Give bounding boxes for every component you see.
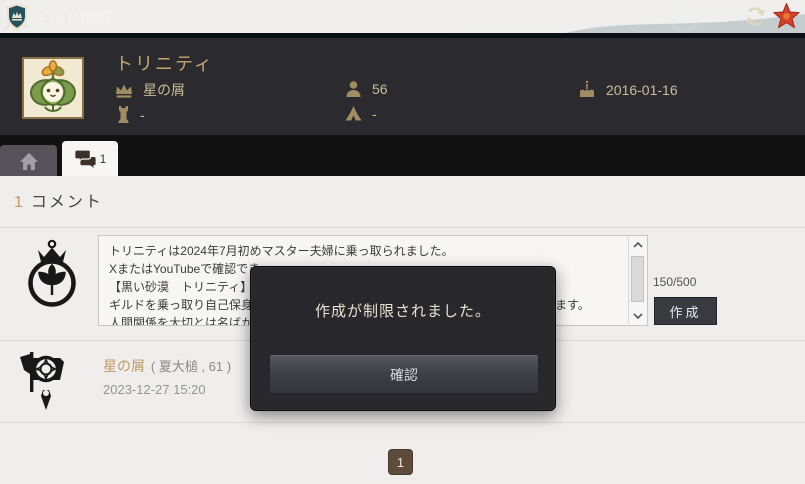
wave-decoration	[385, 0, 805, 33]
guild-founded-stat: 2016-01-16	[577, 80, 678, 99]
tower-icon	[116, 105, 131, 124]
comment-author-link[interactable]: 星の屑	[103, 358, 145, 374]
guild-node-stat: -	[116, 105, 145, 124]
guild-leader-stat: 星の屑	[114, 80, 185, 100]
favorite-star-icon[interactable]	[772, 2, 801, 36]
scrollbar-thumb[interactable]	[631, 256, 644, 302]
chat-bubbles-icon	[74, 149, 96, 168]
cake-icon	[577, 80, 597, 99]
modal-message: 作成が制限されました。	[251, 300, 555, 321]
comment-tab-badge: 1	[100, 152, 107, 166]
page-title: ギルド情報	[33, 7, 113, 28]
comment-line: トリニティは2024年7月初めマスター夫婦に乗っ取られました。	[109, 242, 627, 260]
comment-author-detail: ( 夏大槌 , 61 )	[151, 359, 231, 374]
guild-shield-icon	[3, 2, 31, 36]
guild-summary-panel: トリニティ 星の屑 56 2016-01-16	[0, 38, 805, 135]
scroll-down-button[interactable]	[629, 308, 646, 324]
guild-info-window: ギルド情報	[0, 0, 805, 484]
textarea-scrollbar[interactable]	[628, 237, 646, 324]
restriction-modal: 作成が制限されました。 確認	[250, 266, 556, 411]
comments-count: 1	[14, 194, 25, 211]
create-comment-button[interactable]: 作成	[654, 297, 717, 325]
guild-crest-icon	[25, 238, 79, 317]
comment-author-line: 星の屑 ( 夏大槌 , 61 )	[103, 356, 231, 376]
tab-home[interactable]	[0, 145, 57, 176]
tab-strip: 1	[0, 135, 805, 176]
divider	[0, 422, 805, 423]
guild-name: トリニティ	[115, 50, 214, 76]
pagination-page-1[interactable]: 1	[388, 449, 413, 475]
guild-emblem-image	[22, 57, 84, 119]
tab-comments[interactable]: 1	[62, 141, 118, 176]
scroll-up-button[interactable]	[629, 237, 646, 253]
crown-icon	[114, 82, 134, 99]
guild-house-value: -	[372, 106, 377, 122]
confirm-button[interactable]: 確認	[269, 355, 539, 394]
guild-members-stat: 56	[344, 80, 388, 98]
char-counter: 150/500	[653, 275, 696, 289]
tent-icon	[344, 105, 363, 122]
guild-house-stat: -	[344, 105, 377, 122]
guild-founded-value: 2016-01-16	[606, 82, 678, 98]
commenter-emblem-icon	[16, 350, 72, 417]
guild-members-value: 56	[372, 81, 388, 97]
home-icon	[18, 151, 40, 171]
comment-timestamp: 2023-12-27 15:20	[103, 382, 206, 397]
divider	[0, 227, 805, 228]
comments-count-label: コメント	[31, 194, 103, 211]
guild-leader-value: 星の屑	[143, 80, 185, 100]
comments-heading: 1 コメント	[14, 188, 103, 212]
person-icon	[344, 80, 363, 98]
refresh-icon[interactable]	[743, 4, 768, 34]
guild-node-value: -	[140, 107, 145, 123]
title-bar: ギルド情報	[0, 0, 805, 33]
